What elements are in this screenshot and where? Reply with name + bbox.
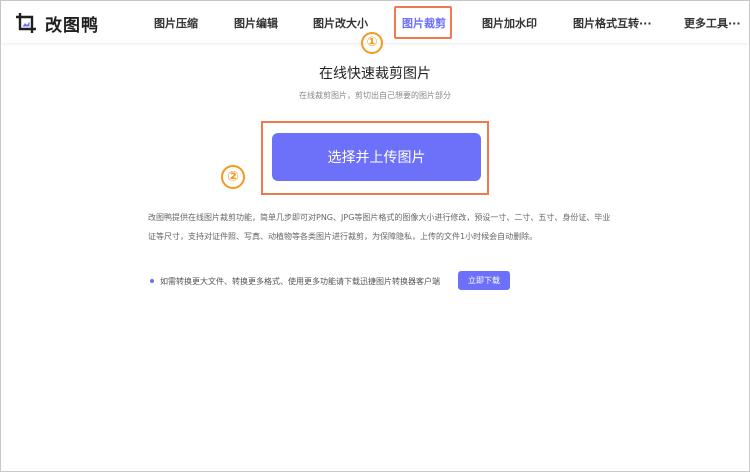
nav-item-watermark[interactable]: 图片加水印 [482,15,537,31]
nav-item-more-tools[interactable]: 更多工具··· [684,15,741,31]
crop-tab-highlight [394,6,452,39]
client-notice-text: 如需转换更大文件、转换更多格式、使用更多功能请下载迅捷图片转换器客户端 [160,276,440,286]
page-subtitle: 在线裁剪图片，剪切出自己想要的图片部分 [299,91,451,100]
bullet-dot-icon [150,279,154,283]
step-one-marker: ① [361,32,383,54]
nav-item-format-convert[interactable]: 图片格式互转··· [573,15,652,31]
brand-name: 改图鸭 [45,15,99,36]
nav-item-compress[interactable]: 图片压缩 [154,15,198,31]
page-title: 在线快速裁剪图片 [319,66,431,82]
step-two-marker: ② [221,165,245,189]
upload-image-button[interactable]: 选择并上传图片 [272,133,481,181]
download-now-button[interactable]: 立即下载 [458,271,510,290]
feature-description: 改图鸭提供在线图片裁剪功能，简单几步即可对PNG、JPG等图片格式的图像大小进行… [148,213,611,241]
client-notice: 如需转换更大文件、转换更多格式、使用更多功能请下载迅捷图片转换器客户端 [150,272,440,290]
crop-logo-icon [15,12,37,34]
nav-item-edit[interactable]: 图片编辑 [234,15,278,31]
brand-logo[interactable]: 改图鸭 [15,11,99,36]
nav-item-resize[interactable]: 图片改大小 [313,15,368,31]
